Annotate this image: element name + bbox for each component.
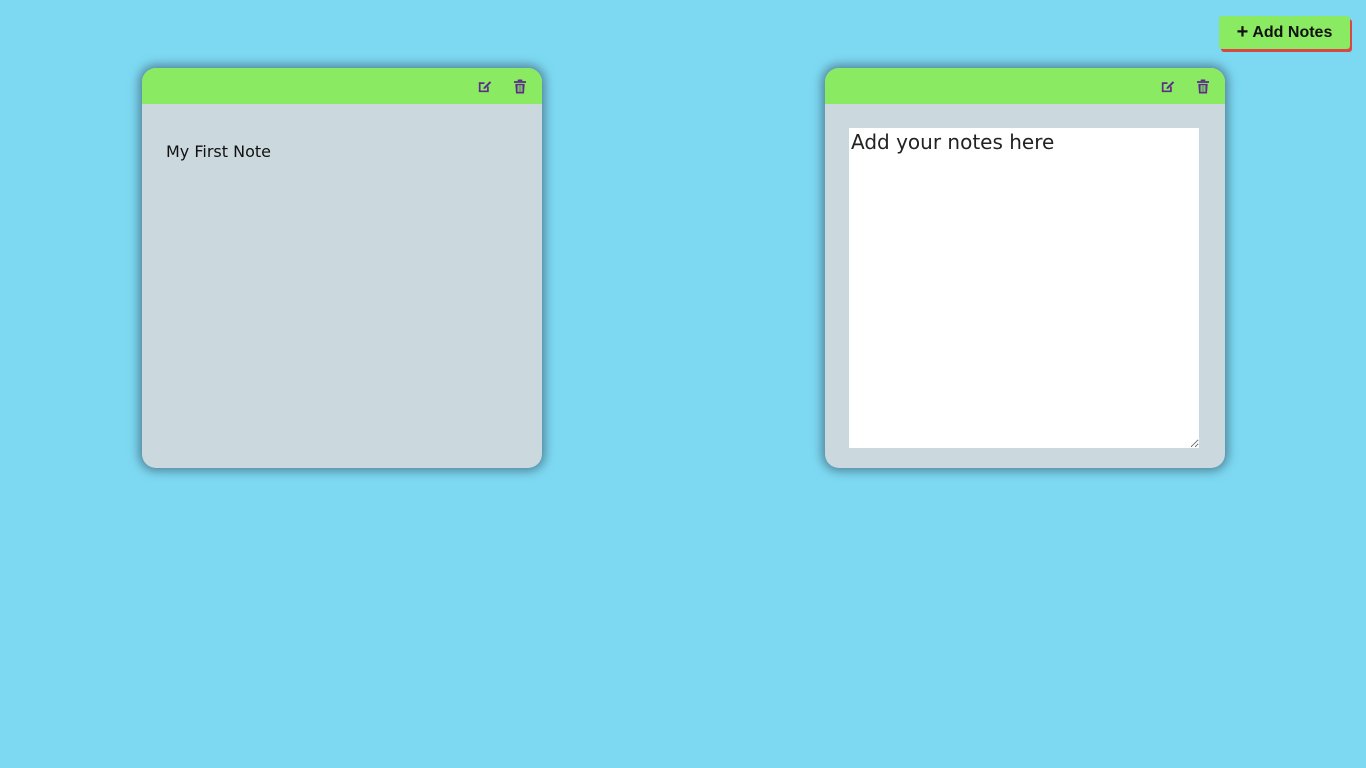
note-card [825, 68, 1225, 468]
note-header [142, 68, 542, 104]
trash-icon[interactable] [510, 76, 530, 96]
trash-icon[interactable] [1193, 76, 1213, 96]
plus-icon: + [1236, 20, 1249, 43]
add-notes-label: Add Notes [1252, 23, 1333, 41]
add-notes-button[interactable]: + Add Notes [1219, 16, 1350, 49]
note-card: My First Note [142, 68, 542, 468]
edit-icon[interactable] [474, 76, 494, 96]
note-textarea[interactable] [849, 128, 1199, 448]
note-text: My First Note [166, 142, 271, 161]
edit-icon[interactable] [1157, 76, 1177, 96]
note-header [825, 68, 1225, 104]
